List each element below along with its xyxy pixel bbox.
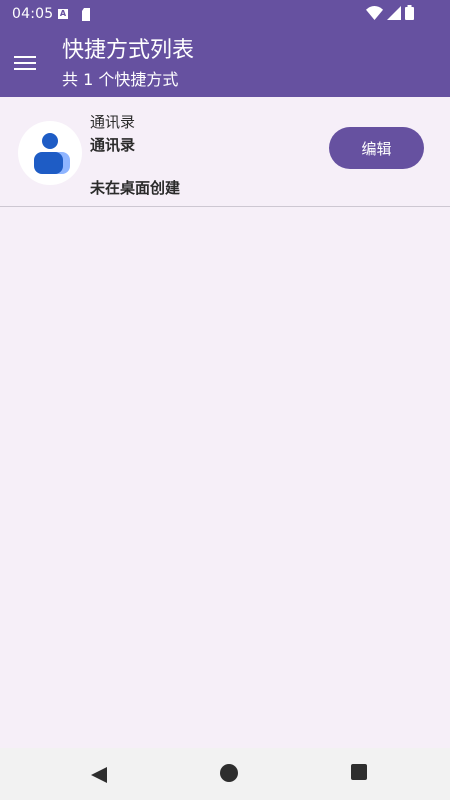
shortcut-list-item[interactable]: 通讯录 通讯录 未在桌面创建 编辑 (0, 97, 450, 207)
status-bar: 04:05 A (0, 0, 450, 30)
system-status-icons (366, 5, 414, 20)
status-time: 04:05 (12, 6, 54, 22)
home-icon[interactable] (220, 764, 238, 782)
back-icon[interactable] (90, 766, 108, 784)
menu-icon[interactable] (14, 55, 38, 73)
shortcut-list: 通讯录 通讯录 未在桌面创建 编辑 (0, 97, 450, 748)
battery-icon (405, 5, 414, 20)
shortcut-status: 未在桌面创建 (90, 179, 181, 197)
contacts-avatar (18, 121, 82, 185)
sd-card-icon (82, 8, 90, 21)
edit-button[interactable]: 编辑 (329, 127, 424, 169)
app-header: 04:05 A 快捷方式列表 共 1 个快捷方式 (0, 0, 450, 97)
shortcut-count: 共 1 个快捷方式 (62, 70, 179, 89)
app-label: 通讯录 (90, 113, 136, 131)
page-title: 快捷方式列表 (62, 38, 195, 63)
wifi-icon (366, 5, 383, 20)
shortcut-name: 通讯录 (90, 136, 136, 154)
screen: 04:05 A 快捷方式列表 共 1 个快捷方式 通讯录 通讯录 未在桌面创建 … (0, 0, 450, 800)
recents-icon[interactable] (351, 764, 367, 780)
contacts-icon (34, 133, 70, 174)
signal-icon (387, 5, 401, 20)
navigation-bar (0, 748, 450, 800)
a-notification-icon: A (58, 9, 68, 19)
